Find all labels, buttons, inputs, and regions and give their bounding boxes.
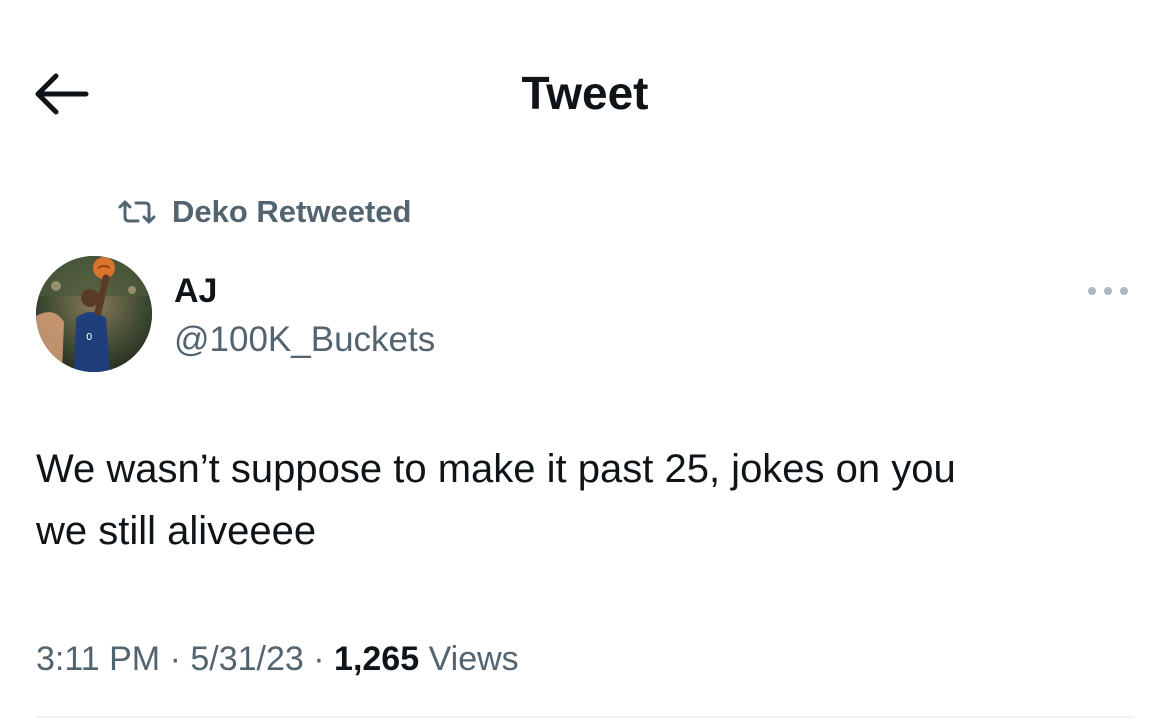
avatar-photo: 0	[36, 256, 152, 372]
meta-separator: ·	[169, 640, 181, 678]
svg-text:0: 0	[86, 332, 92, 343]
more-horizontal-icon	[1088, 287, 1128, 295]
meta-separator: ·	[313, 640, 325, 678]
tweet-metadata: 3:11 PM · 5/31/23 · 1,265 Views	[36, 636, 519, 682]
tweet-text: We wasn’t suppose to make it past 25, jo…	[36, 438, 1136, 562]
more-options-button[interactable]	[1080, 276, 1136, 306]
top-header: Tweet	[0, 0, 1170, 190]
tweet-date[interactable]: 5/31/23	[190, 640, 303, 678]
views-count[interactable]: 1,265	[334, 640, 419, 678]
views-label: Views	[428, 640, 519, 678]
tweet-text-line-1: We wasn’t suppose to make it past 25, jo…	[36, 447, 956, 491]
author-handle[interactable]: @100K_Buckets	[174, 318, 435, 362]
author-avatar[interactable]: 0	[36, 256, 152, 372]
tweet-text-line-2: we still aliveeee	[36, 509, 317, 553]
tweet-time[interactable]: 3:11 PM	[36, 640, 160, 678]
retweet-label: Deko Retweeted	[172, 194, 412, 229]
author-name[interactable]: AJ	[174, 270, 217, 312]
divider	[36, 716, 1134, 718]
retweet-context[interactable]: Deko Retweeted	[116, 192, 411, 232]
page-title: Tweet	[521, 67, 649, 119]
retweet-icon	[118, 200, 156, 224]
